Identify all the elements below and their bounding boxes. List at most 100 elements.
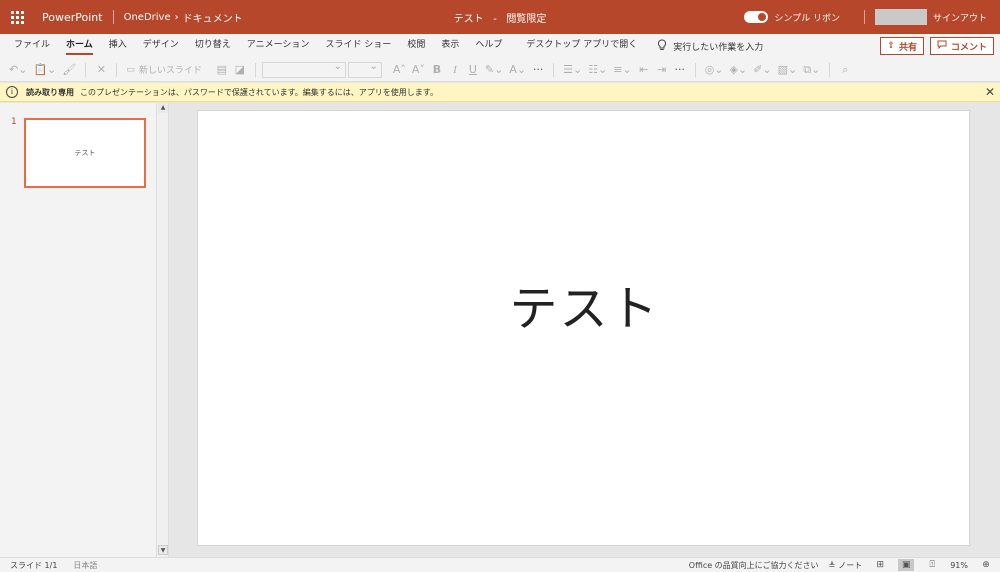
waffle-icon (10, 10, 24, 24)
breadcrumb: OneDrive › ドキュメント (124, 10, 243, 25)
font-name-select[interactable] (261, 61, 346, 78)
divider (116, 62, 118, 77)
tab-file[interactable]: ファイル (6, 34, 58, 58)
fit-to-window-button[interactable]: ⊕ (978, 559, 994, 571)
font-color-button[interactable]: A⌄ (506, 60, 529, 80)
highlighter-icon: ✎⌄ (484, 63, 504, 76)
indent-icon: ⇥ (657, 63, 667, 76)
ellipsis-icon: ··· (674, 63, 685, 76)
breadcrumb-folder[interactable]: ドキュメント (183, 10, 243, 25)
fill-button[interactable]: ◈⌄ (727, 60, 751, 80)
signout-link[interactable]: サインアウト (933, 11, 987, 24)
slideshow-view-button[interactable]: ⍐ (924, 559, 940, 571)
align-button[interactable]: ≡⌄ (610, 60, 634, 80)
arrange-button[interactable]: ⧉⌄ (800, 60, 823, 80)
share-button[interactable]: ⇪ 共有 (880, 37, 924, 55)
tab-open-desktop[interactable]: デスクトップ アプリで開く (518, 34, 645, 58)
decrease-indent-button[interactable]: ⇤ (635, 60, 653, 80)
bullets-button[interactable]: ☰⌄ (560, 60, 585, 80)
slide-thumbnails-pane: 1 テスト (0, 103, 156, 557)
tab-transitions[interactable]: 切り替え (187, 34, 239, 58)
comment-button[interactable]: コメント (929, 37, 994, 55)
paste-button[interactable]: 📋⌄ (30, 60, 59, 80)
format-painter-button[interactable]: 🖌 (59, 60, 79, 80)
grid-icon: ⊞ (876, 560, 884, 570)
shrink-font-button[interactable]: A˅ (409, 60, 428, 80)
quick-styles-button[interactable]: ▧⌄ (775, 60, 801, 80)
bold-button[interactable]: B (428, 60, 446, 80)
zoom-level[interactable]: 91% (950, 561, 968, 570)
new-slide-button[interactable]: ▭ 新しいスライド (123, 60, 205, 80)
tell-me-search[interactable]: 実行したい作業を入力 (657, 38, 763, 54)
fill-icon: ◈⌄ (729, 63, 748, 76)
scroll-down-icon[interactable]: ▼ (158, 545, 168, 555)
delete-button[interactable]: ✕ (92, 60, 110, 80)
document-name[interactable]: テスト (454, 14, 484, 25)
title-bar: PowerPoint OneDrive › ドキュメント テスト - 閲覧限定 … (0, 0, 1000, 34)
ribbon-tabs: ファイル ホーム 挿入 デザイン 切り替え アニメーション スライド ショー 校… (0, 34, 1000, 58)
font-size-select[interactable] (347, 61, 382, 78)
tab-insert[interactable]: 挿入 (101, 34, 135, 58)
scroll-up-icon[interactable]: ▲ (158, 103, 168, 113)
user-account[interactable] (874, 9, 927, 25)
app-launcher-button[interactable] (0, 0, 34, 34)
italic-button[interactable]: I (446, 60, 464, 80)
more-paragraph-button[interactable]: ··· (671, 60, 689, 80)
brush-icon: 🖌 (62, 63, 77, 76)
slide-counter: スライド 1/1 (10, 560, 58, 570)
slide[interactable]: テスト (197, 110, 970, 546)
comment-label: コメント (950, 42, 987, 53)
thumbnail-scrollbar[interactable]: ▲ ▼ (156, 103, 169, 557)
slide-thumbnail[interactable]: テスト (24, 118, 146, 188)
layout-button[interactable]: ▤ (213, 60, 231, 80)
clipboard-icon: 📋⌄ (33, 63, 57, 76)
new-slide-label: 新しいスライド (138, 66, 202, 76)
tab-view[interactable]: 表示 (433, 34, 467, 58)
simple-ribbon-toggle[interactable] (744, 11, 769, 23)
fit-icon: ⊕ (982, 560, 990, 570)
find-button[interactable]: ⌕ (836, 60, 854, 80)
read-only-infobar: i 読み取り専用 このプレゼンテーションは、パスワードで保護されています。編集す… (0, 83, 1000, 102)
undo-button[interactable]: ↶⌄ (6, 60, 30, 80)
outline-button[interactable]: ✐⌄ (750, 60, 774, 80)
increase-indent-button[interactable]: ⇥ (653, 60, 671, 80)
breadcrumb-onedrive[interactable]: OneDrive (124, 12, 171, 23)
normal-view-button[interactable]: ▣ (898, 559, 915, 571)
infobar-message: このプレゼンテーションは、パスワードで保護されています。編集するには、アプリを使… (80, 87, 438, 97)
tab-home[interactable]: ホーム (58, 34, 101, 58)
reset-button[interactable]: ◪ (231, 60, 249, 80)
shapes-icon: ◎⌄ (704, 63, 724, 76)
slide-title[interactable]: テスト (198, 269, 971, 339)
titlebar-right: シンプル リボン サインアウト (744, 0, 1000, 34)
info-icon: i (6, 86, 18, 98)
notes-icon: ≜ (828, 560, 836, 570)
divider (112, 10, 114, 24)
feedback-link[interactable]: Office の品質向上にご協力ください (689, 560, 819, 571)
search-icon: ⌕ (842, 62, 849, 76)
status-bar-right: Office の品質向上にご協力ください ≜ ノート ⊞ ▣ ⍐ 91% ⊕ (689, 558, 994, 572)
thumbnail-title: テスト (74, 149, 96, 157)
new-slide-icon: ▭ (126, 64, 135, 75)
more-font-button[interactable]: ··· (529, 60, 547, 80)
numbering-button[interactable]: ☷⌄ (585, 60, 610, 80)
app-name[interactable]: PowerPoint (42, 11, 103, 24)
tab-review[interactable]: 校閲 (399, 34, 433, 58)
tab-slideshow[interactable]: スライド ショー (317, 34, 399, 58)
underline-icon: U (468, 63, 477, 76)
picture-icon: ◪ (234, 63, 246, 76)
language-indicator[interactable]: 日本語 (73, 560, 97, 571)
tab-animations[interactable]: アニメーション (239, 34, 318, 58)
highlight-button[interactable]: ✎⌄ (482, 60, 506, 80)
slide-sorter-view-button[interactable]: ⊞ (872, 559, 888, 571)
notes-label: ノート (838, 560, 863, 570)
ellipsis-icon: ··· (532, 63, 544, 76)
tab-design[interactable]: デザイン (135, 34, 187, 58)
bullet-list-icon: ☰⌄ (563, 63, 583, 76)
tab-help[interactable]: ヘルプ (467, 34, 510, 58)
underline-button[interactable]: U (464, 60, 482, 80)
notes-button[interactable]: ≜ ノート (829, 560, 863, 571)
close-icon[interactable]: ✕ (985, 85, 995, 99)
shapes-button[interactable]: ◎⌄ (702, 60, 727, 80)
title-separator: - (493, 13, 497, 25)
grow-font-button[interactable]: A˄ (390, 60, 409, 80)
